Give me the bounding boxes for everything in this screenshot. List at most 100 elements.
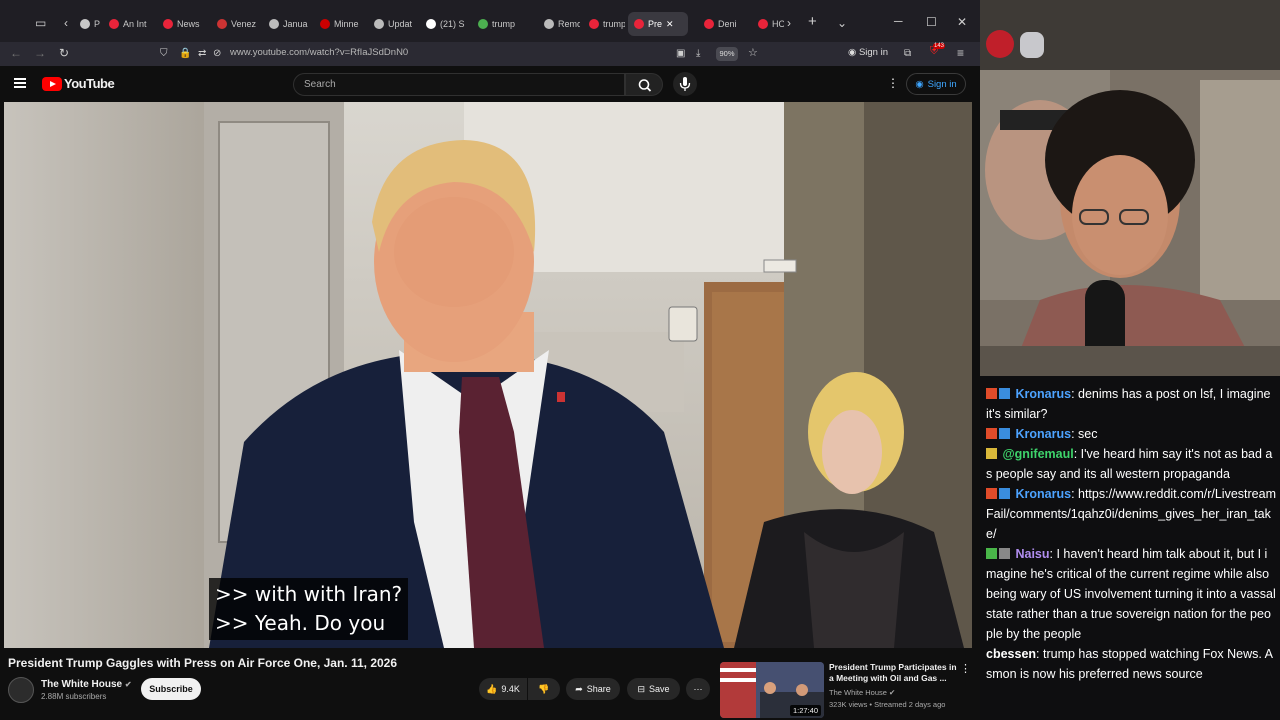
youtube-signin-label: Sign in	[927, 78, 957, 90]
tab-favicon-icon	[374, 19, 384, 29]
chat-username[interactable]: Kronarus	[1015, 487, 1071, 501]
chat-badge-icon[interactable]	[986, 388, 997, 399]
minimize-icon[interactable]: ─	[894, 14, 903, 28]
save-button[interactable]: ⊟ Save	[627, 678, 680, 700]
chat-badge-icon[interactable]	[986, 428, 997, 439]
more-actions-button[interactable]: ⋯	[686, 678, 710, 700]
channel-avatar[interactable]	[8, 677, 34, 703]
browser-tab[interactable]: trump	[472, 12, 534, 36]
reader-view-icon[interactable]: ▣	[676, 47, 685, 61]
browser-tab[interactable]: HO	[752, 12, 784, 36]
chat-message: @gnifemaul: I've heard him say it's not …	[986, 444, 1276, 484]
url-field[interactable]: www.youtube.com/watch?v=RfIaJSdDnN0	[230, 47, 408, 58]
youtube-signin-button[interactable]: ◉ Sign in	[906, 73, 966, 95]
browser-signin-button[interactable]: ◉ Sign in	[848, 47, 888, 58]
browser-tab[interactable]: Janua	[263, 12, 311, 36]
tab-overview-icon[interactable]: ▭	[35, 16, 46, 30]
chat-username[interactable]: Kronarus	[1015, 387, 1071, 401]
browser-tab[interactable]: Venez	[211, 12, 259, 36]
verified-check-icon: ✔	[124, 680, 132, 689]
chat-username[interactable]: Kronarus	[1015, 427, 1071, 441]
hamburger-menu-icon[interactable]	[14, 78, 26, 88]
browser-tab[interactable]: Minne	[314, 12, 364, 36]
streamer-webcam	[980, 0, 1280, 376]
search-button[interactable]	[625, 73, 663, 96]
browser-tab[interactable]: (21) S	[420, 12, 468, 36]
bookmark-star-icon[interactable]: ☆	[748, 46, 758, 60]
browser-signin-label: Sign in	[858, 47, 888, 58]
recommended-more-icon[interactable]: ⋮	[960, 662, 971, 675]
youtube-logo-icon[interactable]	[42, 77, 62, 91]
tab-label: News	[177, 19, 200, 29]
forward-icon[interactable]: →	[34, 46, 46, 60]
recommended-thumbnail[interactable]: 1:27:40	[720, 662, 824, 718]
shield-icon[interactable]: ⛉	[160, 47, 168, 61]
search-input[interactable]: Search	[293, 73, 625, 96]
chat-badge-icon[interactable]	[999, 388, 1010, 399]
extension-badge: 143	[933, 43, 946, 49]
tab-favicon-icon	[478, 19, 488, 29]
tab-favicon-icon	[426, 19, 436, 29]
browser-tab[interactable]: trump	[583, 12, 625, 36]
back-icon[interactable]: ←	[10, 46, 22, 60]
chat-username[interactable]: Naisu	[1015, 547, 1049, 561]
tab-list-chevron-icon[interactable]: ⌄	[837, 16, 847, 30]
voice-search-button[interactable]	[673, 72, 697, 96]
zoom-level[interactable]: 90%	[716, 47, 738, 61]
chat-badge-icon[interactable]	[986, 448, 997, 459]
chat-badge-icon[interactable]	[986, 488, 997, 499]
tab-label: Janua	[283, 19, 308, 29]
recommended-title[interactable]: President Trump Participates in a Meetin…	[829, 662, 957, 684]
browser-tab[interactable]: Pre ✕	[628, 12, 688, 36]
browser-tab[interactable]: News	[157, 12, 207, 36]
lock-icon[interactable]: 🔒	[179, 47, 191, 61]
browser-tab[interactable]: Updat	[368, 12, 416, 36]
tab-label: Pul	[94, 19, 100, 29]
new-tab-icon[interactable]: +	[808, 14, 817, 29]
settings-kebab-icon[interactable]: ⋮	[887, 76, 899, 90]
video-player[interactable]: >> with with Iran? >> Yeah. Do you	[4, 102, 972, 648]
account-icon: ◉	[848, 47, 859, 58]
chat-badge-icon[interactable]	[986, 548, 997, 559]
browser-tab[interactable]: Pul	[74, 12, 100, 36]
webcam-image	[980, 0, 1280, 376]
channel-name[interactable]: The White House ✔	[41, 679, 132, 690]
chat-message: Kronarus: denims has a post on lsf, I im…	[986, 384, 1276, 424]
tab-favicon-icon	[80, 19, 90, 29]
browser-menu-icon[interactable]: ≡	[957, 46, 964, 60]
chat-username[interactable]: @gnifemaul	[1002, 447, 1073, 461]
close-tab-icon[interactable]: ✕	[666, 19, 674, 30]
chat-username[interactable]: cbessen	[986, 647, 1036, 661]
video-captions: >> with with Iran? >> Yeah. Do you	[209, 578, 409, 640]
reload-icon[interactable]: ↻	[59, 46, 69, 60]
youtube-logo-text[interactable]: YouTube	[64, 76, 115, 91]
chat-text: : I haven't heard him talk about it, but…	[986, 547, 1276, 641]
recommended-channel[interactable]: The White House ✔	[829, 688, 895, 697]
chat-panel: Kronarus: denims has a post on lsf, I im…	[980, 376, 1280, 720]
chat-badge-icon[interactable]	[999, 548, 1010, 559]
like-button[interactable]: 👍 9.4K	[479, 678, 527, 700]
tab-label: (21) S	[440, 19, 465, 29]
browser-tab[interactable]: Deni	[698, 12, 748, 36]
extensions-icon[interactable]: ⧉	[904, 47, 911, 61]
tab-bar: ▭ ‹ Pul An Int News Venez Janua Minne Updat (21…	[0, 0, 980, 42]
browser-tab[interactable]: Remo	[538, 12, 580, 36]
scroll-tabs-left-icon[interactable]: ‹	[64, 16, 68, 30]
camera-off-icon[interactable]: ⊘	[213, 47, 221, 61]
tab-label: trump	[603, 19, 625, 29]
browser-tab[interactable]: An Int	[103, 12, 153, 36]
scroll-tabs-right-icon[interactable]: ›	[787, 16, 791, 30]
chat-text: : sec	[1071, 427, 1098, 441]
bookmark-icon: ⊟	[637, 683, 646, 694]
chat-message: Kronarus: sec	[986, 424, 1276, 444]
maximize-icon[interactable]: ☐	[926, 15, 937, 29]
share-button[interactable]: ➦ Share	[566, 678, 620, 700]
chat-badge-icon[interactable]	[999, 488, 1010, 499]
download-icon[interactable]: ⤓	[696, 47, 700, 61]
browser-window: ▭ ‹ Pul An Int News Venez Janua Minne Updat (21…	[0, 0, 980, 720]
dislike-button[interactable]: 👎	[528, 678, 560, 700]
subscribe-button[interactable]: Subscribe	[141, 678, 201, 700]
permissions-icon[interactable]: ⇄	[198, 47, 206, 61]
chat-badge-icon[interactable]	[999, 428, 1010, 439]
close-window-icon[interactable]: ✕	[957, 15, 967, 29]
